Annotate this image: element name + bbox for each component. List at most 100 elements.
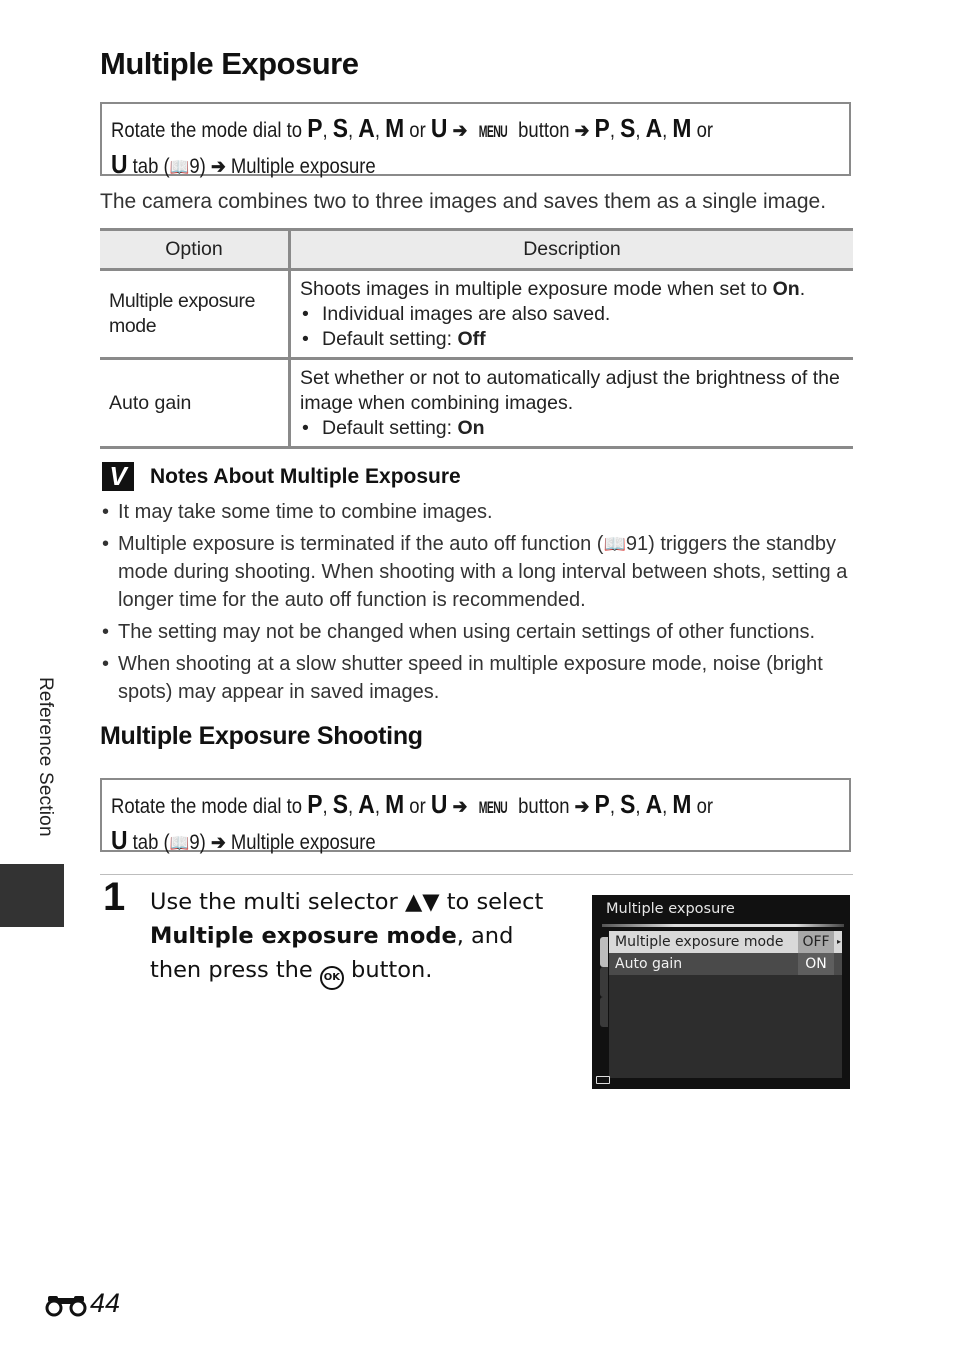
bullet-text: Default setting:: [322, 327, 458, 350]
book-icon: 📖: [603, 534, 626, 554]
book-icon: 📖: [169, 833, 190, 853]
mode-p: P: [307, 789, 323, 819]
binoculars-icon: [44, 1290, 90, 1318]
menu-path-box: Rotate the mode dial to P, S, A, M or U …: [100, 102, 851, 179]
menu-button-icon: MENU: [478, 798, 508, 817]
page-ref-link[interactable]: 91: [626, 533, 648, 555]
description-text: Shoots images in multiple exposure mode …: [300, 277, 773, 300]
camera-title-underline: [602, 924, 844, 927]
path-prefix: Rotate the mode dial to: [111, 119, 303, 142]
bullet-text: Individual images are also saved.: [322, 302, 611, 325]
side-section-label: Reference Section: [35, 677, 56, 837]
right-arrow-icon: ➔: [574, 796, 590, 818]
or-word: or: [409, 119, 426, 142]
section-tab-marker: [0, 864, 64, 927]
camera-item-label: Multiple exposure mode: [615, 934, 784, 950]
menu-path-box: Rotate the mode dial to P, S, A, M or U …: [100, 778, 851, 855]
note-text: Multiple exposure is terminated if the a…: [118, 533, 604, 555]
menu-destination: Multiple exposure: [230, 155, 376, 178]
camera-menu-tab[interactable]: [600, 937, 608, 967]
options-table: Option Description Multiple exposure mod…: [100, 228, 853, 449]
page-ref-link[interactable]: 9: [189, 155, 199, 178]
mode-s: S: [332, 113, 349, 143]
mode-m: M: [385, 789, 405, 819]
header-description: Description: [289, 228, 853, 271]
menu-path-line-2: U tab (📖9) ➔ Multiple exposure: [111, 825, 376, 855]
battery-icon: [596, 1076, 610, 1084]
or-word: or: [409, 795, 426, 818]
mode-u: U: [111, 825, 128, 855]
step-instruction: Use the multi selector ▲▼ to select Mult…: [150, 885, 570, 990]
page-ref-link[interactable]: 9: [189, 831, 199, 854]
camera-menu-tab[interactable]: [600, 997, 608, 1027]
camera-screen: Multiple exposure Multiple exposure mode…: [592, 895, 850, 1089]
camera-menu-tab[interactable]: [600, 967, 608, 997]
notes-title: Notes About Multiple Exposure: [150, 464, 461, 488]
right-triangle-icon: ▸: [836, 937, 841, 946]
right-arrow-icon: ➔: [574, 120, 590, 142]
camera-menu-item-auto-gain[interactable]: Auto gain ON: [609, 953, 842, 975]
tab-word: tab: [132, 831, 159, 854]
note-text: It may take some time to combine images.: [118, 501, 493, 523]
notes-heading: V Notes About Multiple Exposure: [102, 461, 461, 491]
mode-p: P: [307, 113, 323, 143]
table-header-row: Option Description: [100, 228, 853, 271]
mode-p: P: [594, 113, 610, 143]
mode-p: P: [594, 789, 610, 819]
mode-u: U: [111, 149, 128, 179]
mode-u: U: [430, 789, 448, 819]
mode-s: S: [620, 113, 636, 143]
step-text: to select: [439, 889, 544, 915]
menu-button-icon: MENU: [478, 122, 508, 141]
section-title: Multiple Exposure Shooting: [100, 722, 423, 750]
description-bullet: Individual images are also saved.: [300, 302, 845, 327]
description-end: .: [799, 277, 806, 300]
option-cell: Multiple exposure mode: [100, 269, 291, 360]
description-cell: Set whether or not to automatically adju…: [289, 358, 853, 449]
note-text: The setting may not be changed when usin…: [118, 621, 816, 643]
intro-text: The camera combines two to three images …: [100, 190, 827, 213]
mode-m: M: [385, 113, 405, 143]
or-word: or: [696, 119, 714, 142]
right-arrow-icon: ➔: [210, 156, 226, 178]
mode-a: A: [358, 113, 375, 143]
page-number: 44: [90, 1288, 121, 1318]
book-icon: 📖: [169, 157, 190, 177]
option-cell: Auto gain: [100, 358, 291, 449]
note-item: When shooting at a slow shutter speed in…: [100, 650, 860, 706]
step-bold: Multiple exposure mode: [150, 923, 457, 949]
mode-m: M: [672, 113, 692, 143]
description-text: Set whether or not to automatically adju…: [300, 366, 840, 414]
mode-a: A: [358, 789, 375, 819]
description-cell: Shoots images in multiple exposure mode …: [289, 269, 853, 360]
tab-word: tab: [132, 155, 159, 178]
header-option: Option: [100, 228, 291, 271]
mode-s: S: [620, 789, 636, 819]
menu-destination: Multiple exposure: [230, 831, 376, 854]
table-row: Multiple exposure mode Shoots images in …: [100, 269, 853, 360]
checkmark-icon: V: [102, 461, 134, 491]
step-text: Use the multi selector: [150, 889, 405, 915]
camera-menu-item-multiple-exposure-mode[interactable]: Multiple exposure mode OFF ▸: [609, 931, 842, 953]
button-word: button: [518, 119, 570, 142]
mode-m: M: [672, 789, 692, 819]
note-item: It may take some time to combine images.: [100, 498, 860, 526]
camera-item-label: Auto gain: [615, 956, 683, 972]
note-item: Multiple exposure is terminated if the a…: [100, 530, 860, 614]
step-text: button.: [343, 957, 433, 983]
mode-a: A: [645, 113, 663, 143]
mode-a: A: [645, 789, 663, 819]
note-item: The setting may not be changed when usin…: [100, 618, 860, 646]
right-arrow-icon: ➔: [210, 832, 226, 854]
camera-menu-title: Multiple exposure: [606, 901, 735, 917]
up-down-arrows-icon: ▲▼: [404, 889, 440, 915]
ok-button-icon: OK: [319, 966, 344, 990]
menu-path-line-1: Rotate the mode dial to P, S, A, M or U …: [111, 788, 760, 824]
mode-u: U: [430, 113, 448, 143]
divider: [100, 874, 853, 875]
notes-list: It may take some time to combine images.…: [100, 498, 860, 710]
camera-item-value: ON: [798, 953, 834, 975]
menu-path-line-1: Rotate the mode dial to P, S, A, M or U …: [111, 112, 760, 148]
description-bullet: Default setting: Off: [300, 327, 845, 352]
note-text: When shooting at a slow shutter speed in…: [118, 653, 823, 703]
